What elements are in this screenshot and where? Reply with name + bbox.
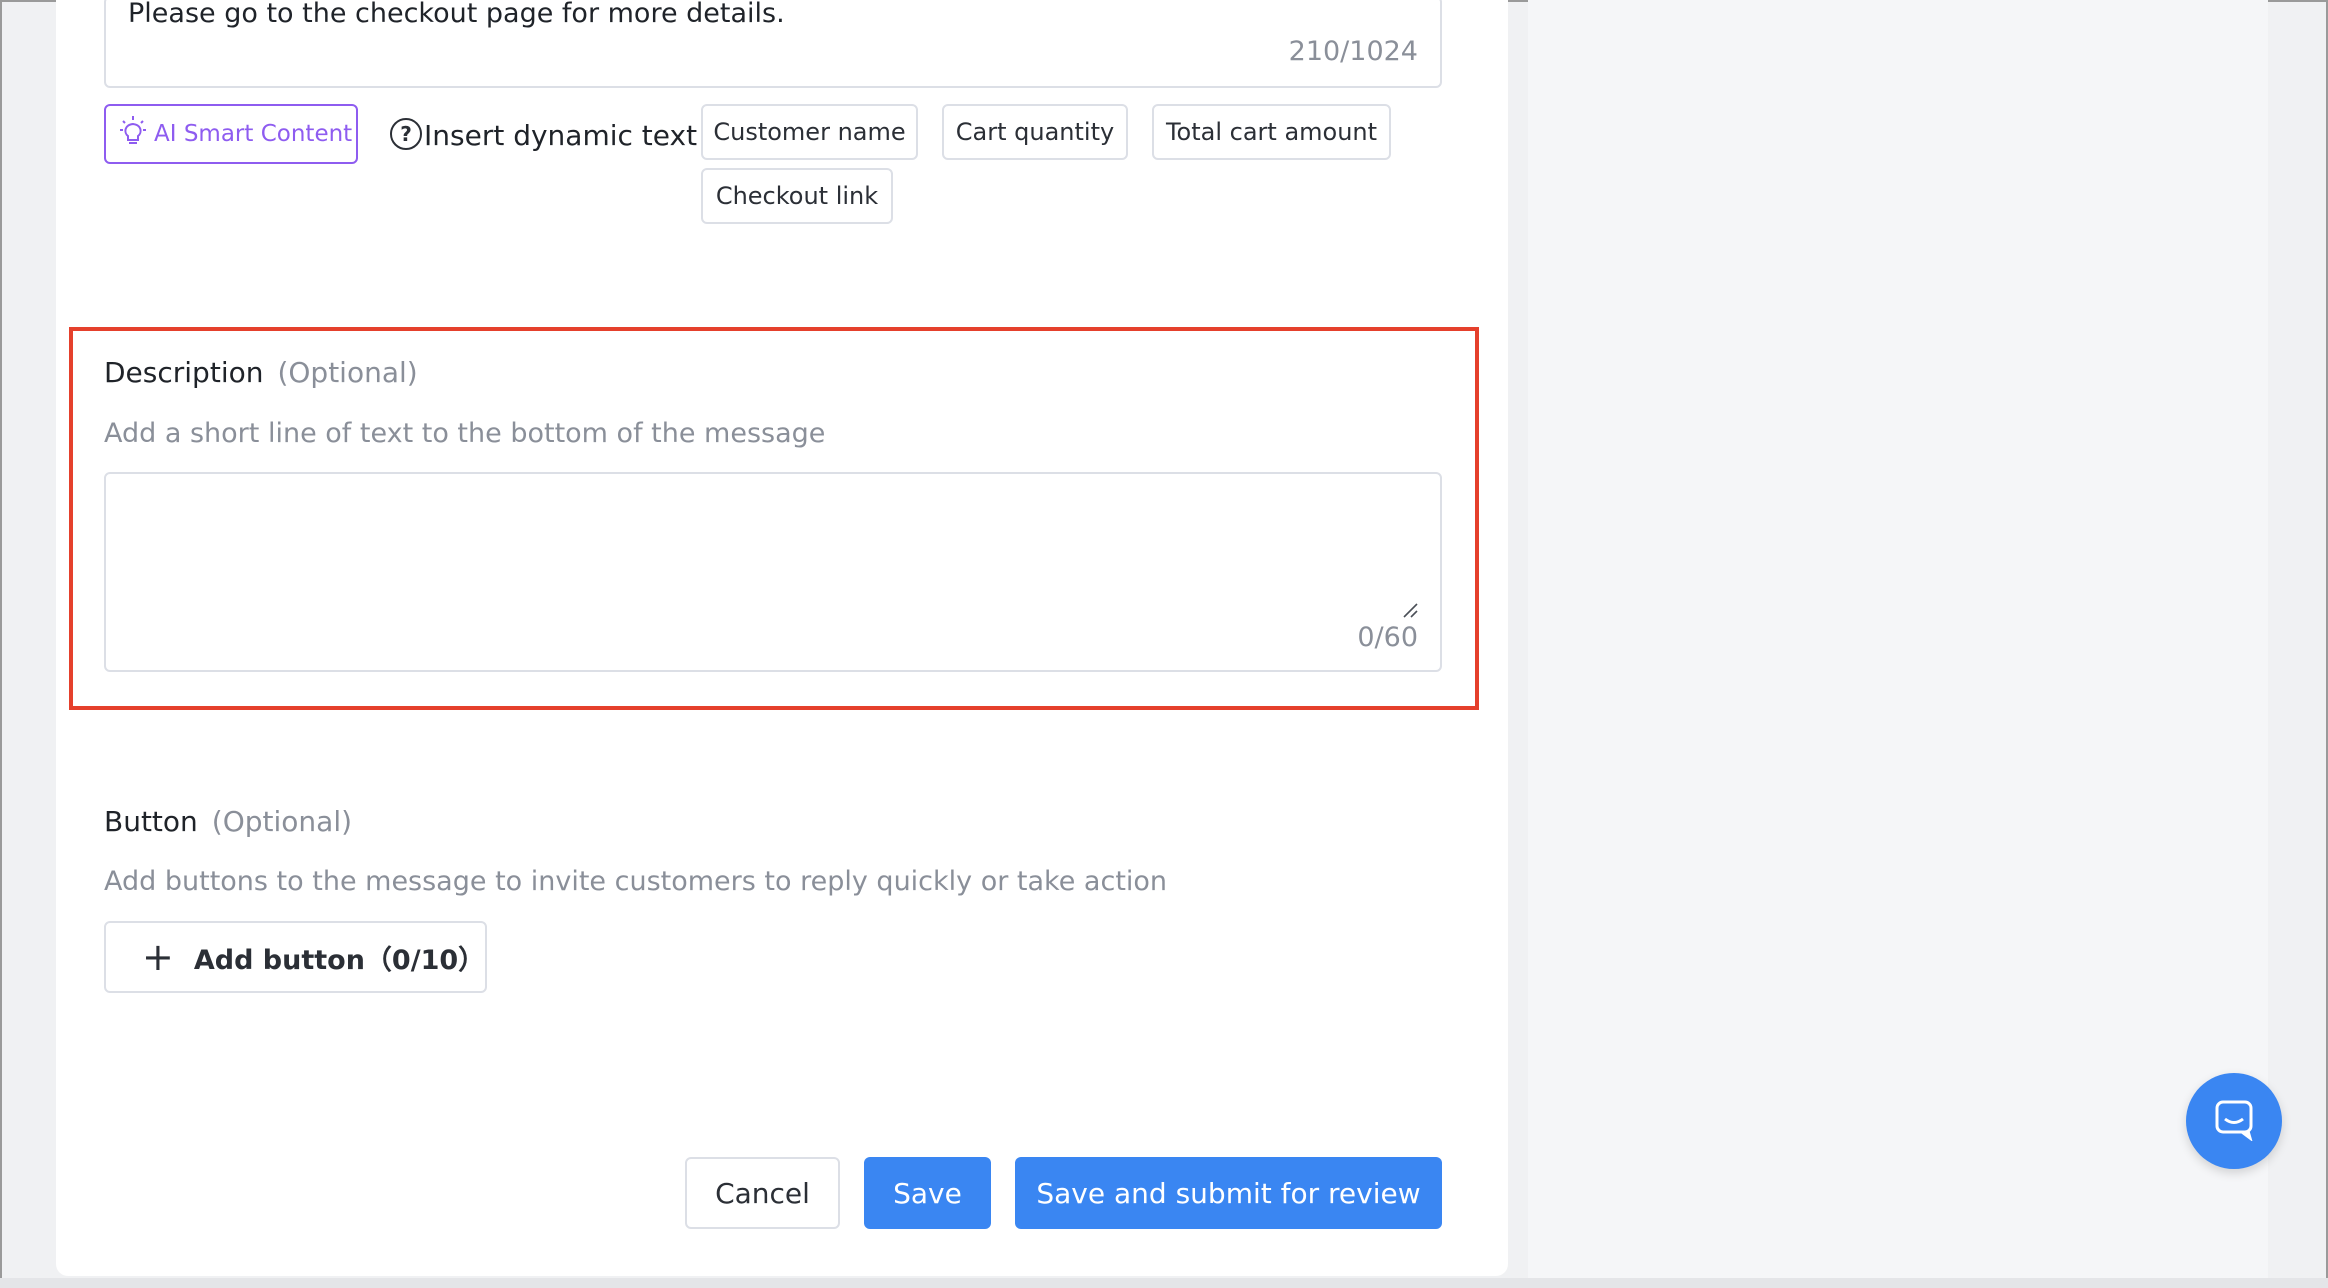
description-title-text: Description bbox=[104, 356, 264, 389]
content-textarea[interactable]: Please go to the checkout page for more … bbox=[104, 0, 1442, 88]
description-counter: 0/60 bbox=[1357, 622, 1418, 653]
button-section-optional-label: (Optional) bbox=[211, 805, 353, 838]
resize-handle-icon[interactable] bbox=[1402, 602, 1418, 618]
ai-smart-content-label: AI Smart Content bbox=[154, 121, 353, 147]
save-and-submit-button[interactable]: Save and submit for review bbox=[1015, 1157, 1442, 1229]
lightbulb-icon bbox=[116, 114, 150, 154]
preview-panel bbox=[1528, 0, 2268, 1280]
tag-total-cart-amount[interactable]: Total cart amount bbox=[1152, 104, 1391, 160]
insert-dynamic-text-label: Insert dynamic text： bbox=[424, 119, 726, 152]
add-button[interactable]: + Add button（0/10） bbox=[104, 921, 487, 993]
content-counter: 210/1024 bbox=[1288, 36, 1418, 67]
chat-icon bbox=[2212, 1097, 2256, 1145]
ai-smart-content-button[interactable]: AI Smart Content bbox=[104, 104, 358, 164]
bottom-edge bbox=[0, 1278, 2328, 1288]
tag-checkout-link[interactable]: Checkout link bbox=[701, 168, 893, 224]
description-hint: Add a short line of text to the bottom o… bbox=[104, 418, 826, 449]
cancel-button[interactable]: Cancel bbox=[685, 1157, 840, 1229]
button-section-title-text: Button bbox=[104, 805, 198, 838]
description-textarea[interactable]: 0/60 bbox=[104, 472, 1442, 672]
button-section-hint: Add buttons to the message to invite cus… bbox=[104, 866, 1168, 897]
save-button[interactable]: Save bbox=[864, 1157, 991, 1229]
tag-cart-quantity[interactable]: Cart quantity bbox=[942, 104, 1128, 160]
chat-support-button[interactable] bbox=[2186, 1073, 2282, 1169]
content-text: Please go to the checkout page for more … bbox=[128, 0, 785, 29]
button-section-title: Button (Optional) bbox=[104, 805, 352, 838]
description-title: Description (Optional) bbox=[104, 356, 418, 389]
plus-icon: + bbox=[142, 935, 174, 979]
description-optional-label: (Optional) bbox=[277, 356, 418, 389]
tag-customer-name[interactable]: Customer name bbox=[701, 104, 918, 160]
add-button-label: Add button（0/10） bbox=[193, 944, 486, 976]
help-icon[interactable]: ? bbox=[390, 118, 422, 150]
